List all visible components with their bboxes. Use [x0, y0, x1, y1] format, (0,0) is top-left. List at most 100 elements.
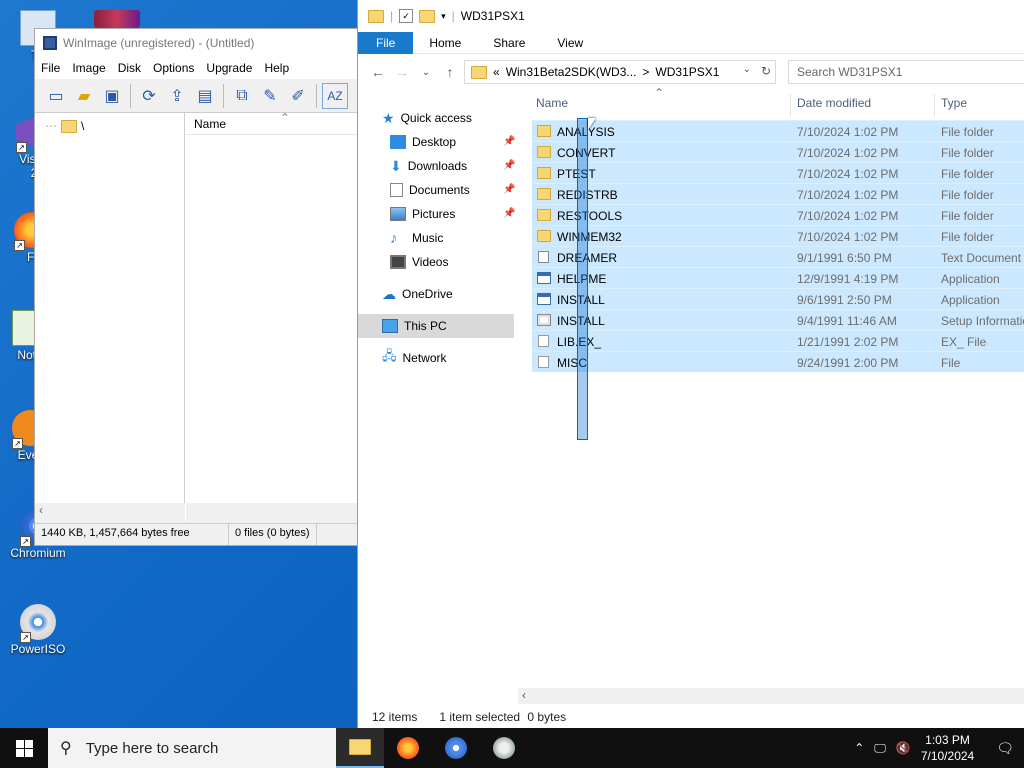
file-row[interactable]: REDISTRB 7/10/2024 1:02 PM File folder	[532, 183, 1024, 204]
search-box[interactable]: Search WD31PSX1	[788, 60, 1024, 84]
write-disk-icon[interactable]: ⇪	[164, 83, 190, 109]
list-header-name[interactable]: Name ⌃	[186, 111, 358, 135]
menu-help[interactable]: Help	[264, 61, 289, 75]
file-row[interactable]: LIB.EX_ 1/21/1991 2:02 PM EX_ File	[532, 330, 1024, 351]
inject-icon[interactable]: ✎	[257, 83, 283, 109]
properties-icon[interactable]: ✓	[399, 9, 414, 23]
notifications-icon[interactable]: 🗨	[996, 740, 1014, 757]
file-icon	[538, 335, 549, 347]
explorer-titlebar[interactable]: | ✓ ▾ | WD31PSX1	[358, 0, 1024, 32]
nav-label: Documents	[409, 183, 470, 197]
download-arrow-icon: ⬇	[390, 157, 402, 174]
column-separator[interactable]	[790, 94, 791, 116]
nav-videos[interactable]: Videos	[390, 252, 448, 272]
edit-icon[interactable]: ✐	[285, 83, 311, 109]
network-status-icon[interactable]: 🖵	[874, 741, 886, 756]
file-row[interactable]: WINMEM32 7/10/2024 1:02 PM File folder	[532, 225, 1024, 246]
nav-this-pc[interactable]: This PC	[358, 314, 514, 338]
nav-label: Downloads	[407, 159, 468, 173]
nav-documents[interactable]: Documents	[390, 180, 470, 200]
taskbar-firefox[interactable]	[384, 728, 432, 768]
tab-file[interactable]: File	[358, 31, 414, 54]
address-overflow[interactable]: «	[493, 65, 500, 79]
column-name[interactable]: Name	[536, 96, 568, 110]
menu-image[interactable]: Image	[72, 61, 105, 75]
format-icon[interactable]: ▤	[192, 83, 218, 109]
refresh-icon[interactable]: ↻	[761, 64, 771, 78]
breadcrumb-separator[interactable]: >	[642, 65, 649, 79]
address-bar[interactable]: « Win31Beta2SDK(WD3... > WD31PSX1 ⌄ ↻	[464, 60, 776, 84]
file-row[interactable]: ANALYSIS 7/10/2024 1:02 PM File folder	[532, 120, 1024, 141]
breadcrumb-parent[interactable]: Win31Beta2SDK(WD3...	[506, 65, 637, 79]
file-row[interactable]: PTEST 7/10/2024 1:02 PM File folder	[532, 162, 1024, 183]
system-tray: ⌃ 🖵 🔇 1:03 PM 7/10/2024 🗨	[854, 728, 1024, 768]
clock[interactable]: 1:03 PM 7/10/2024	[921, 732, 974, 764]
column-separator[interactable]	[934, 94, 935, 116]
menu-disk[interactable]: Disk	[118, 61, 141, 75]
file-type: Application	[941, 293, 1000, 307]
taskbar-file-explorer[interactable]	[336, 728, 384, 768]
save-icon[interactable]: ▣	[99, 83, 125, 109]
horizontal-scrollbar[interactable]: ‹	[518, 688, 1024, 704]
column-type[interactable]: Type	[941, 96, 967, 110]
file-row[interactable]: INSTALL 9/4/1991 11:46 AM Setup Informatio	[532, 309, 1024, 330]
taskbar-search-box[interactable]: ⚲ Type here to search	[48, 728, 336, 768]
tab-view[interactable]: View	[541, 32, 599, 54]
winrar-icon	[94, 10, 140, 28]
file-row[interactable]: INSTALL 9/6/1991 2:50 PM Application	[532, 288, 1024, 309]
read-disk-icon[interactable]: ⟳	[136, 83, 162, 109]
taskbar-winimage[interactable]	[480, 728, 528, 768]
new-icon[interactable]: ▭	[43, 83, 69, 109]
tab-home[interactable]: Home	[413, 32, 477, 54]
shortcut-arrow-icon: ↗	[20, 632, 31, 643]
open-folder-icon[interactable]: ▰	[71, 83, 97, 109]
scroll-left-icon[interactable]: ‹	[522, 688, 526, 702]
qat-dropdown-icon[interactable]: ▾	[441, 11, 446, 22]
menu-options[interactable]: Options	[153, 61, 194, 75]
nav-pictures[interactable]: Pictures	[390, 204, 455, 224]
file-date: 7/10/2024 1:02 PM	[797, 188, 899, 202]
file-row[interactable]: MISC 9/24/1991 2:00 PM File	[532, 351, 1024, 372]
file-row[interactable]: RESTOOLS 7/10/2024 1:02 PM File folder	[532, 204, 1024, 225]
file-row[interactable]: CONVERT 7/10/2024 1:02 PM File folder	[532, 141, 1024, 162]
forward-icon[interactable]: →	[390, 64, 414, 80]
pictures-icon	[390, 207, 406, 221]
file-type: Setup Informatio	[941, 314, 1024, 328]
selection-rectangle	[577, 118, 588, 440]
menu-upgrade[interactable]: Upgrade	[206, 61, 252, 75]
nav-network[interactable]: 🖧 Network	[382, 348, 447, 368]
nav-downloads[interactable]: ⬇ Downloads	[390, 156, 467, 176]
up-icon[interactable]: ↑	[438, 64, 462, 80]
column-date[interactable]: Date modified	[797, 96, 871, 110]
back-icon[interactable]: ←	[366, 64, 390, 80]
address-dropdown-icon[interactable]: ⌄	[743, 64, 751, 75]
nav-quick-access[interactable]: ★ Quick access	[382, 108, 472, 128]
new-folder-icon[interactable]	[419, 9, 436, 23]
sort-az-icon[interactable]: AZ	[322, 82, 348, 109]
tab-share[interactable]: Share	[477, 32, 541, 54]
nav-desktop[interactable]: Desktop	[390, 132, 456, 152]
file-row[interactable]: DREAMER 9/1/1991 6:50 PM Text Document	[532, 246, 1024, 267]
folder-icon	[368, 9, 384, 23]
sort-up-icon: ⌃	[280, 111, 291, 125]
desktop-icon	[390, 135, 406, 149]
winimage-titlebar[interactable]: WinImage (unregistered) - (Untitled)	[35, 29, 357, 57]
extract-icon[interactable]: ⧉	[229, 83, 255, 109]
volume-muted-icon[interactable]: 🔇	[896, 741, 911, 755]
network-icon: 🖧	[382, 348, 397, 363]
tree-root-item[interactable]: ⋯ \	[45, 119, 84, 133]
pin-icon: 📌	[503, 136, 516, 147]
tree-hscroll[interactable]: ‹	[35, 503, 185, 521]
list-hscroll[interactable]	[186, 503, 358, 521]
chevron-up-icon[interactable]: ⌃	[854, 741, 864, 755]
file-row[interactable]: HELPME 12/9/1991 4:19 PM Application	[532, 267, 1024, 288]
breadcrumb-current[interactable]: WD31PSX1	[655, 65, 719, 79]
start-button[interactable]	[0, 728, 48, 768]
menu-file[interactable]: File	[41, 61, 60, 75]
taskbar-chromium[interactable]	[432, 728, 480, 768]
shortcut-arrow-icon: ↗	[20, 536, 31, 547]
nav-music[interactable]: ♪ Music	[390, 228, 443, 248]
recent-locations-icon[interactable]: ⌄	[414, 67, 438, 78]
desktop-icon-poweriso[interactable]: ↗ PowerISO	[6, 604, 70, 656]
nav-onedrive[interactable]: ☁ OneDrive	[382, 284, 453, 304]
